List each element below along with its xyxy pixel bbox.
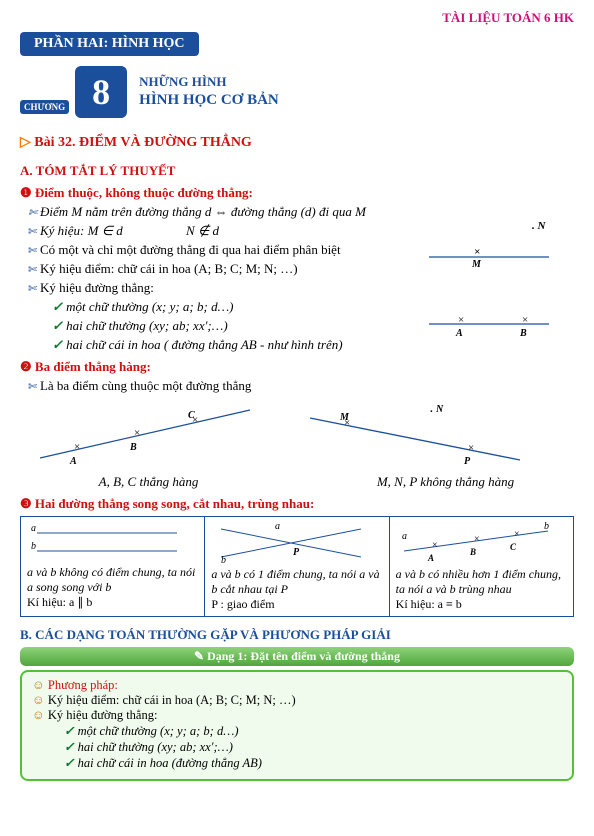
case-intersect: P a b a và b có 1 điểm chung, ta nói a v… [205, 517, 389, 616]
diagram-line-ab: × A × B [424, 310, 554, 340]
svg-text:P: P [293, 547, 300, 558]
dang-bar: Dạng 1: Đặt tên điểm và đường thẳng [20, 647, 574, 666]
method-2b: hai chữ thường (xy; ab; xx′;…) [64, 739, 562, 755]
svg-text:C: C [510, 542, 517, 552]
svg-text:B: B [129, 442, 137, 453]
svg-text:B: B [469, 547, 476, 557]
line-1-text: Điểm M nằm trên đường thẳng d ⇔ đường th… [40, 204, 366, 219]
pp-label: Phương pháp: [32, 678, 562, 693]
svg-text:×: × [474, 246, 480, 258]
case2-ki: P : giao điểm [211, 597, 382, 612]
collinear-captions: A, B, C thẳng hàng M, N, P không thẳng h… [20, 474, 574, 490]
svg-text:M: M [471, 259, 482, 270]
section-b: B. CÁC DẠNG TOÁN THƯỜNG GẶP VÀ PHƯƠNG PH… [20, 627, 574, 643]
collinear-diagrams: ×A ×B ×C ×M ×P .N [20, 398, 574, 468]
svg-text:×: × [458, 314, 464, 326]
line-6: Là ba điểm cùng thuộc một đường thẳng [28, 378, 574, 394]
svg-text:A: A [69, 456, 77, 467]
sub-heading-1: ❶ Điểm thuộc, không thuộc đường thẳng: [20, 185, 574, 201]
sub-heading-3: ❸ Hai đường thẳng song song, cắt nhau, t… [20, 496, 574, 512]
svg-text:×: × [432, 540, 438, 551]
svg-text:B: B [519, 328, 527, 339]
method-box: Phương pháp: Ký hiệu điểm: chữ cái in ho… [20, 670, 574, 781]
svg-text:N: N [435, 404, 444, 415]
svg-text:×: × [74, 441, 80, 453]
case1-text: a và b không có điểm chung, ta nói a son… [27, 565, 195, 594]
svg-text:P: P [464, 456, 471, 467]
diagram-collinear: ×A ×B ×C [20, 398, 270, 468]
svg-text:. N: . N [532, 220, 547, 232]
method-2a: một chữ thường (x; y; a; b; d…) [64, 723, 562, 739]
chapter-word: CHƯƠNG [20, 100, 69, 114]
lesson-heading: Bài 32. ĐIỂM VÀ ĐƯỜNG THẲNG [20, 134, 574, 151]
line-2a: Ký hiệu: M ∈ d [40, 223, 123, 238]
line-2b: N ∉ d [186, 223, 219, 238]
case3-ki: Kí hiệu: a ≡ b [396, 597, 567, 612]
case2-text: a và b có 1 điểm chung, ta nói a và b cắ… [211, 567, 379, 596]
chapter-main: HÌNH HỌC CƠ BẢN [139, 91, 279, 111]
svg-text:b: b [221, 555, 226, 566]
case-coincide: a b × A × B × C a và b có nhiều hơn 1 điểm … [390, 517, 573, 616]
svg-text:×: × [134, 427, 140, 439]
part-bar: PHẦN HAI: HÌNH HỌC [20, 32, 199, 56]
method-2: Ký hiệu đường thẳng: [32, 708, 562, 723]
chapter-super: NHỮNG HÌNH [139, 74, 279, 91]
svg-text:b: b [31, 541, 36, 552]
diagram-noncollinear: ×M ×P .N [290, 398, 540, 468]
method-2c: hai chữ cái in hoa (đường thẳng AB) [64, 755, 562, 771]
svg-text:×: × [474, 534, 480, 545]
svg-text:A: A [455, 328, 463, 339]
chapter-number: 8 [75, 66, 127, 118]
svg-text:×: × [468, 442, 474, 454]
svg-text:.: . [430, 403, 433, 415]
cases-row: a b a và b không có điểm chung, ta nói a… [20, 516, 574, 617]
caption-collinear: A, B, C thẳng hàng [20, 474, 277, 490]
svg-text:C: C [188, 410, 195, 421]
svg-text:×: × [522, 314, 528, 326]
svg-text:b: b [544, 521, 549, 532]
section-a: A. TÓM TẮT LÝ THUYẾT [20, 163, 574, 179]
svg-text:×: × [514, 529, 520, 540]
svg-text:a: a [31, 523, 36, 534]
doc-banner: TÀI LIỆU TOÁN 6 HK [20, 10, 574, 26]
chapter-row: CHƯƠNG 8 NHỮNG HÌNH HÌNH HỌC CƠ BẢN [20, 66, 574, 118]
diagram-point-line: × M . N [424, 217, 554, 267]
case3-text: a và b có nhiều hơn 1 điểm chung, ta nói… [396, 567, 561, 596]
method-1: Ký hiệu điểm: chữ cái in hoa (A; B; C; M… [32, 693, 562, 708]
svg-text:a: a [402, 531, 407, 542]
line-5: Ký hiệu đường thẳng: [28, 280, 574, 296]
caption-noncollinear: M, N, P không thẳng hàng [317, 474, 574, 490]
svg-text:a: a [275, 521, 280, 532]
sub-heading-2: ❷ Ba điểm thẳng hàng: [20, 359, 574, 375]
svg-text:A: A [427, 553, 434, 563]
case-parallel: a b a và b không có điểm chung, ta nói a… [21, 517, 205, 616]
svg-text:M: M [339, 412, 350, 423]
case1-ki: Kí hiệu: a ∥ b [27, 595, 198, 610]
